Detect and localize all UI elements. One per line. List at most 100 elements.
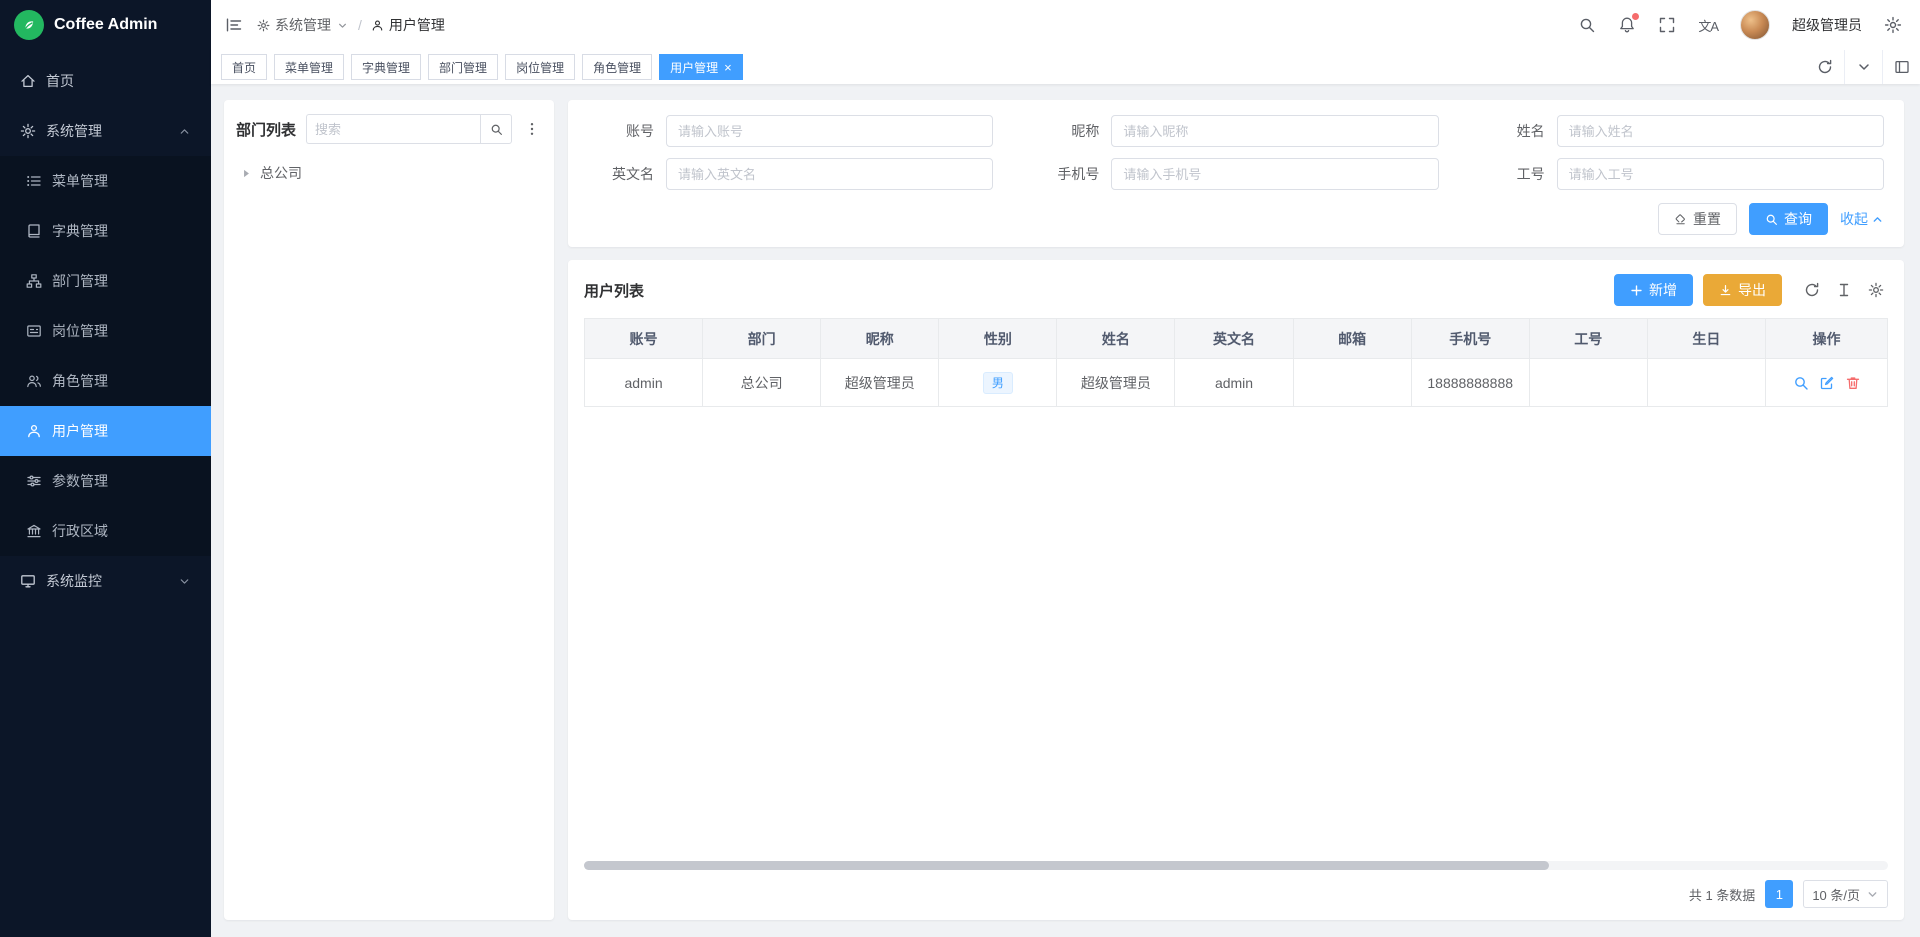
- add-user-button[interactable]: 新增: [1614, 274, 1693, 306]
- query-button-label: 查询: [1784, 209, 1812, 229]
- current-user-name[interactable]: 超级管理员: [1792, 15, 1862, 35]
- fold-icon: [225, 16, 243, 34]
- sidebar-item-role-management[interactable]: 角色管理: [0, 356, 211, 406]
- view-user-button[interactable]: [1793, 375, 1809, 391]
- tree-node-head-office[interactable]: 总公司: [236, 158, 542, 188]
- avatar[interactable]: [1740, 10, 1770, 40]
- row-density-button[interactable]: [1832, 278, 1856, 302]
- tab-options-button[interactable]: [1844, 50, 1882, 84]
- fullscreen-button[interactable]: [1658, 16, 1676, 34]
- field-label: 工号: [1479, 164, 1557, 184]
- chevron-down-icon: [1856, 59, 1872, 75]
- system-management-submenu: 菜单管理 字典管理 部门管理: [0, 156, 211, 556]
- tab-department-management[interactable]: 部门管理: [428, 54, 498, 80]
- column-settings-button[interactable]: [1864, 278, 1888, 302]
- user-table-header: 用户列表 新增: [584, 274, 1888, 306]
- view-icon: [1793, 375, 1809, 391]
- sidebar-item-label: 行政区域: [52, 521, 108, 541]
- tab-menu-management[interactable]: 菜单管理: [274, 54, 344, 80]
- pagination-total: 共 1 条数据: [1689, 885, 1755, 904]
- department-more-button[interactable]: [522, 121, 542, 137]
- translate-button[interactable]: 文A: [1698, 16, 1718, 35]
- density-icon: [1836, 282, 1852, 298]
- page-number-button[interactable]: 1: [1765, 880, 1793, 908]
- sidebar-item-label: 参数管理: [52, 471, 108, 491]
- department-search-group: [306, 114, 512, 144]
- cell-phone: 18888888888: [1411, 359, 1529, 407]
- refresh-tab-button[interactable]: [1806, 50, 1844, 84]
- user-table: 账号 部门 昵称 性别 姓名 英文名 邮箱 手机号 工号 生日: [584, 318, 1888, 407]
- fullscreen-icon: [1658, 16, 1676, 34]
- tab-home[interactable]: 首页: [221, 54, 267, 80]
- department-panel: 部门列表: [224, 100, 554, 920]
- account-input[interactable]: [666, 115, 993, 147]
- sidebar-item-system-management[interactable]: 系统管理: [0, 106, 211, 156]
- phone-input[interactable]: [1111, 158, 1438, 190]
- sidebar-item-dictionary-management[interactable]: 字典管理: [0, 206, 211, 256]
- cell-work-no: [1529, 359, 1647, 407]
- page-size-select[interactable]: 10 条/页: [1803, 880, 1888, 908]
- table-refresh-button[interactable]: [1800, 278, 1824, 302]
- opened-tabs: 首页 菜单管理 字典管理 部门管理 岗位管理 角色管理 用户管理 ×: [221, 54, 743, 80]
- role-icon: [26, 373, 42, 389]
- column-header-english-name: 英文名: [1175, 319, 1293, 359]
- sidebar-item-post-management[interactable]: 岗位管理: [0, 306, 211, 356]
- sidebar-item-label: 用户管理: [52, 421, 108, 441]
- reset-button[interactable]: 重置: [1658, 203, 1737, 235]
- department-search-button[interactable]: [480, 114, 512, 144]
- export-button[interactable]: 导出: [1703, 274, 1782, 306]
- chevron-down-icon: [336, 19, 349, 32]
- collapse-label: 收起: [1840, 209, 1868, 229]
- nickname-input[interactable]: [1111, 115, 1438, 147]
- user-icon: [26, 423, 42, 439]
- sidebar-fold-button[interactable]: [225, 16, 243, 34]
- top-header: 系统管理 / 用户管理: [211, 0, 1920, 50]
- edit-user-button[interactable]: [1819, 375, 1835, 391]
- name-input[interactable]: [1557, 115, 1884, 147]
- chevron-down-icon: [178, 575, 191, 588]
- tab-user-management[interactable]: 用户管理 ×: [659, 54, 743, 80]
- export-button-label: 导出: [1738, 280, 1766, 300]
- sidebar-item-user-management[interactable]: 用户管理: [0, 406, 211, 456]
- search-icon: [1765, 213, 1778, 226]
- horizontal-scrollbar: [584, 861, 1888, 870]
- tab-dictionary-management[interactable]: 字典管理: [351, 54, 421, 80]
- field-label: 姓名: [1479, 121, 1557, 141]
- department-search-input[interactable]: [306, 114, 480, 144]
- close-icon[interactable]: ×: [724, 61, 732, 74]
- collapse-link[interactable]: 收起: [1840, 209, 1884, 229]
- tab-post-management[interactable]: 岗位管理: [505, 54, 575, 80]
- breadcrumb-system-management[interactable]: 系统管理: [257, 15, 349, 35]
- sidebar-item-menu-management[interactable]: 菜单管理: [0, 156, 211, 206]
- sidebar: Coffee Admin 首页 系统管理: [0, 0, 211, 937]
- translate-icon: 文A: [1698, 16, 1718, 35]
- sidebar-item-department-management[interactable]: 部门管理: [0, 256, 211, 306]
- cell-name: 超级管理员: [1057, 359, 1175, 407]
- gender-tag: 男: [983, 372, 1013, 394]
- cell-nickname: 超级管理员: [821, 359, 939, 407]
- breadcrumb-user-management[interactable]: 用户管理: [371, 15, 445, 35]
- table-tool-icons: [1800, 278, 1888, 302]
- app-logo[interactable]: Coffee Admin: [0, 0, 211, 50]
- cell-birthday: [1647, 359, 1765, 407]
- column-header-phone: 手机号: [1411, 319, 1529, 359]
- scrollbar-thumb[interactable]: [584, 861, 1549, 870]
- column-header-department: 部门: [703, 319, 821, 359]
- gear-icon: [257, 19, 270, 32]
- edit-icon: [1819, 375, 1835, 391]
- cell-operations: [1766, 359, 1888, 407]
- sidebar-item-home[interactable]: 首页: [0, 56, 211, 106]
- sidebar-item-administrative-region[interactable]: 行政区域: [0, 506, 211, 556]
- sidebar-item-parameter-management[interactable]: 参数管理: [0, 456, 211, 506]
- english-name-input[interactable]: [666, 158, 993, 190]
- delete-user-button[interactable]: [1845, 375, 1861, 391]
- sidebar-item-system-monitor[interactable]: 系统监控: [0, 556, 211, 606]
- global-search-button[interactable]: [1578, 16, 1596, 34]
- query-button[interactable]: 查询: [1749, 203, 1828, 235]
- caret-right-icon[interactable]: [240, 167, 253, 180]
- layout-toggle-button[interactable]: [1882, 50, 1920, 84]
- tab-role-management[interactable]: 角色管理: [582, 54, 652, 80]
- work-no-input[interactable]: [1557, 158, 1884, 190]
- notification-button[interactable]: [1618, 16, 1636, 34]
- settings-button[interactable]: [1884, 16, 1902, 34]
